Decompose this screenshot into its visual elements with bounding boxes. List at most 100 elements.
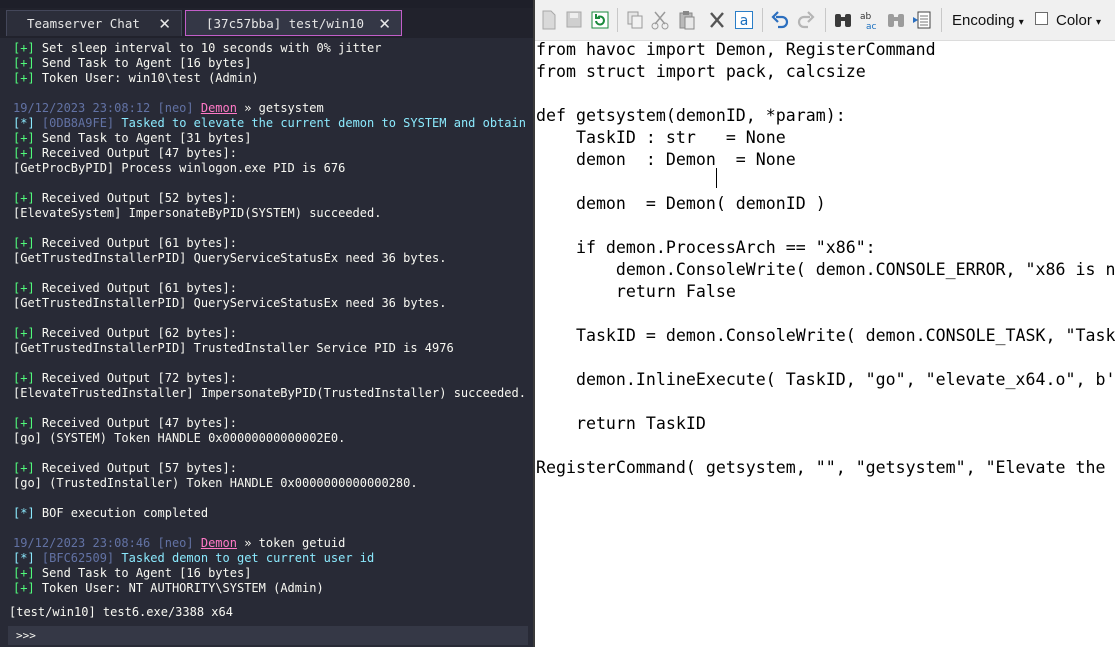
toolbar-separator [762,8,763,32]
console-text: [+] [13,566,35,580]
console-text: Received Output [62 bytes]: [34,326,237,340]
console-text: [GetProcByPID] Process winlogon.exe PID … [13,161,346,175]
console-text: Set sleep interval to 10 seconds with 0%… [34,41,382,55]
undo-icon[interactable] [770,9,790,31]
console-text: [GetTrustedInstallerPID] TrustedInstalle… [13,341,454,355]
console-text: [go] (SYSTEM) Token HANDLE 0x00000000000… [13,431,346,445]
console-line: [+] Received Output [61 bytes]: [13,236,237,251]
code-line: demon.ConsoleWrite( demon.CONSOLE_ERROR,… [536,260,1115,279]
tab-agent-session[interactable]: [37c57bba] test/win10 ✕ [185,10,402,36]
code-line: TaskID = demon.ConsoleWrite( demon.CONSO… [536,326,1115,345]
console-text: Received Output [57 bytes]: [34,461,237,475]
console-line: [+] Received Output [61 bytes]: [13,281,237,296]
editor-toolbar: a ab ac Encoding ▾ Color ▾ [535,0,1115,41]
chevron-down-icon: ▾ [1018,17,1024,28]
close-icon[interactable]: ✕ [158,11,171,37]
redo-icon[interactable] [796,9,816,31]
copy-icon[interactable] [625,9,645,31]
console-line: [+] Received Output [52 bytes]: [13,191,237,206]
console-text: [+] [13,461,35,475]
close-icon[interactable]: ✕ [378,11,391,37]
code-line: demon : Demon = None [536,150,796,169]
tab-label: Teamserver Chat [27,16,140,31]
color-menu[interactable]: Color ▾ [1056,12,1101,29]
notepad-editor-panel: a ab ac Encoding ▾ Color ▾ from havoc imp… [535,0,1115,647]
console-text: [+] [13,41,35,55]
agent-link[interactable]: Demon [201,101,237,115]
console-line: [GetTrustedInstallerPID] TrustedInstalle… [13,341,454,356]
console-text: Token User: NT AUTHORITY\SYSTEM (Admin) [34,581,324,595]
window-top-strip [0,0,533,8]
chevron-down-icon: ▾ [1096,17,1102,28]
console-line: [+] Send Task to Agent [31 bytes] [13,131,251,146]
console-line: [GetProcByPID] Process winlogon.exe PID … [13,161,345,176]
svg-text:ac: ac [866,22,877,31]
console-text: [*] [13,551,35,565]
reload-icon[interactable] [590,9,610,31]
console-text: [+] [13,191,35,205]
console-text: 19/12/2023 23:08:46 [neo] [13,536,201,550]
code-line: from struct import pack, calcsize [536,62,866,81]
tab-label: [37c57bba] test/win10 [206,16,365,31]
console-text: [*] [13,506,35,520]
console-line: 19/12/2023 23:08:46 [neo] Demon » token … [13,536,345,551]
agent-link[interactable]: Demon [201,536,237,550]
console-text: Send Task to Agent [16 bytes] [34,56,252,70]
console-text: [+] [13,326,35,340]
console-line: [GetTrustedInstallerPID] QueryServiceSta… [13,251,446,266]
console-line: [+] Token User: NT AUTHORITY\SYSTEM (Adm… [13,581,324,596]
console-text: 19/12/2023 23:08:12 [neo] [13,101,201,115]
console-text: [GetTrustedInstallerPID] QueryServiceSta… [13,296,447,310]
goto-icon[interactable] [912,9,932,31]
console-text: [+] [13,581,35,595]
find-icon[interactable] [833,9,853,31]
console-text: Received Output [61 bytes]: [34,281,237,295]
select-all-icon[interactable]: a [734,9,754,31]
console-line: [ElevateTrustedInstaller] ImpersonateByP… [13,386,526,401]
code-editor[interactable]: from havoc import Demon, RegisterCommand… [535,41,1115,647]
console-line: [+] Received Output [72 bytes]: [13,371,237,386]
encoding-menu[interactable]: Encoding ▾ [952,12,1024,29]
save-icon[interactable] [564,9,584,31]
paste-icon[interactable] [677,9,697,31]
new-icon[interactable] [539,9,559,31]
console-text: [ElevateTrustedInstaller] ImpersonateByP… [13,386,526,400]
cut-icon[interactable] [650,9,670,31]
console-text: Token User: win10\test (Admin) [34,71,259,85]
console-text: [ElevateSystem] ImpersonateByPID(SYSTEM)… [13,206,382,220]
console-text: Tasked to elevate the current demon to S… [121,116,526,130]
delete-icon[interactable] [707,9,727,31]
console-line: [+] Received Output [47 bytes]: [13,416,237,431]
console-line: 19/12/2023 23:08:12 [neo] Demon » getsys… [13,101,324,116]
console-text: Received Output [47 bytes]: [34,416,237,430]
console-line: [go] (TrustedInstaller) Token HANDLE 0x0… [13,476,418,491]
console-text: [GetTrustedInstallerPID] QueryServiceSta… [13,251,447,265]
code-line: demon.InlineExecute( TaskID, "go", "elev… [536,370,1115,389]
console-text: Received Output [47 bytes]: [34,146,237,160]
console-text: [BFC62509] [34,551,122,565]
svg-text:ab: ab [860,12,872,22]
tab-teamserver-chat[interactable]: Teamserver Chat ✕ [6,10,182,36]
console-output[interactable]: [+] Set sleep interval to 10 seconds wit… [0,38,533,600]
code-line: RegisterCommand( getsystem, "", "getsyst… [536,458,1106,477]
code-line: from havoc import Demon, RegisterCommand [536,41,936,59]
console-line: [go] (SYSTEM) Token HANDLE 0x00000000000… [13,431,345,446]
agent-status-line: [test/win10] test6.exe/3388 x64 [0,600,533,625]
console-line: [+] Set sleep interval to 10 seconds wit… [13,41,381,56]
tab-bar: Teamserver Chat ✕ [37c57bba] test/win10 … [0,8,533,38]
command-input[interactable]: >>> [8,626,528,645]
code-line: demon = Demon( demonID ) [536,194,826,213]
console-line: [+] Send Task to Agent [16 bytes] [13,566,251,581]
svg-text:a: a [740,13,749,29]
replace-icon[interactable]: abac [859,9,879,31]
console-text: Received Output [61 bytes]: [34,236,237,250]
text-caret [716,168,717,188]
console-line: [GetTrustedInstallerPID] QueryServiceSta… [13,296,446,311]
find-next-icon[interactable] [886,9,906,31]
console-text: [+] [13,281,35,295]
console-text: [+] [13,71,35,85]
console-line: [+] Received Output [47 bytes]: [13,146,237,161]
code-line: return TaskID [536,414,706,433]
color-checkbox[interactable] [1035,12,1048,25]
console-text: Received Output [72 bytes]: [34,371,237,385]
